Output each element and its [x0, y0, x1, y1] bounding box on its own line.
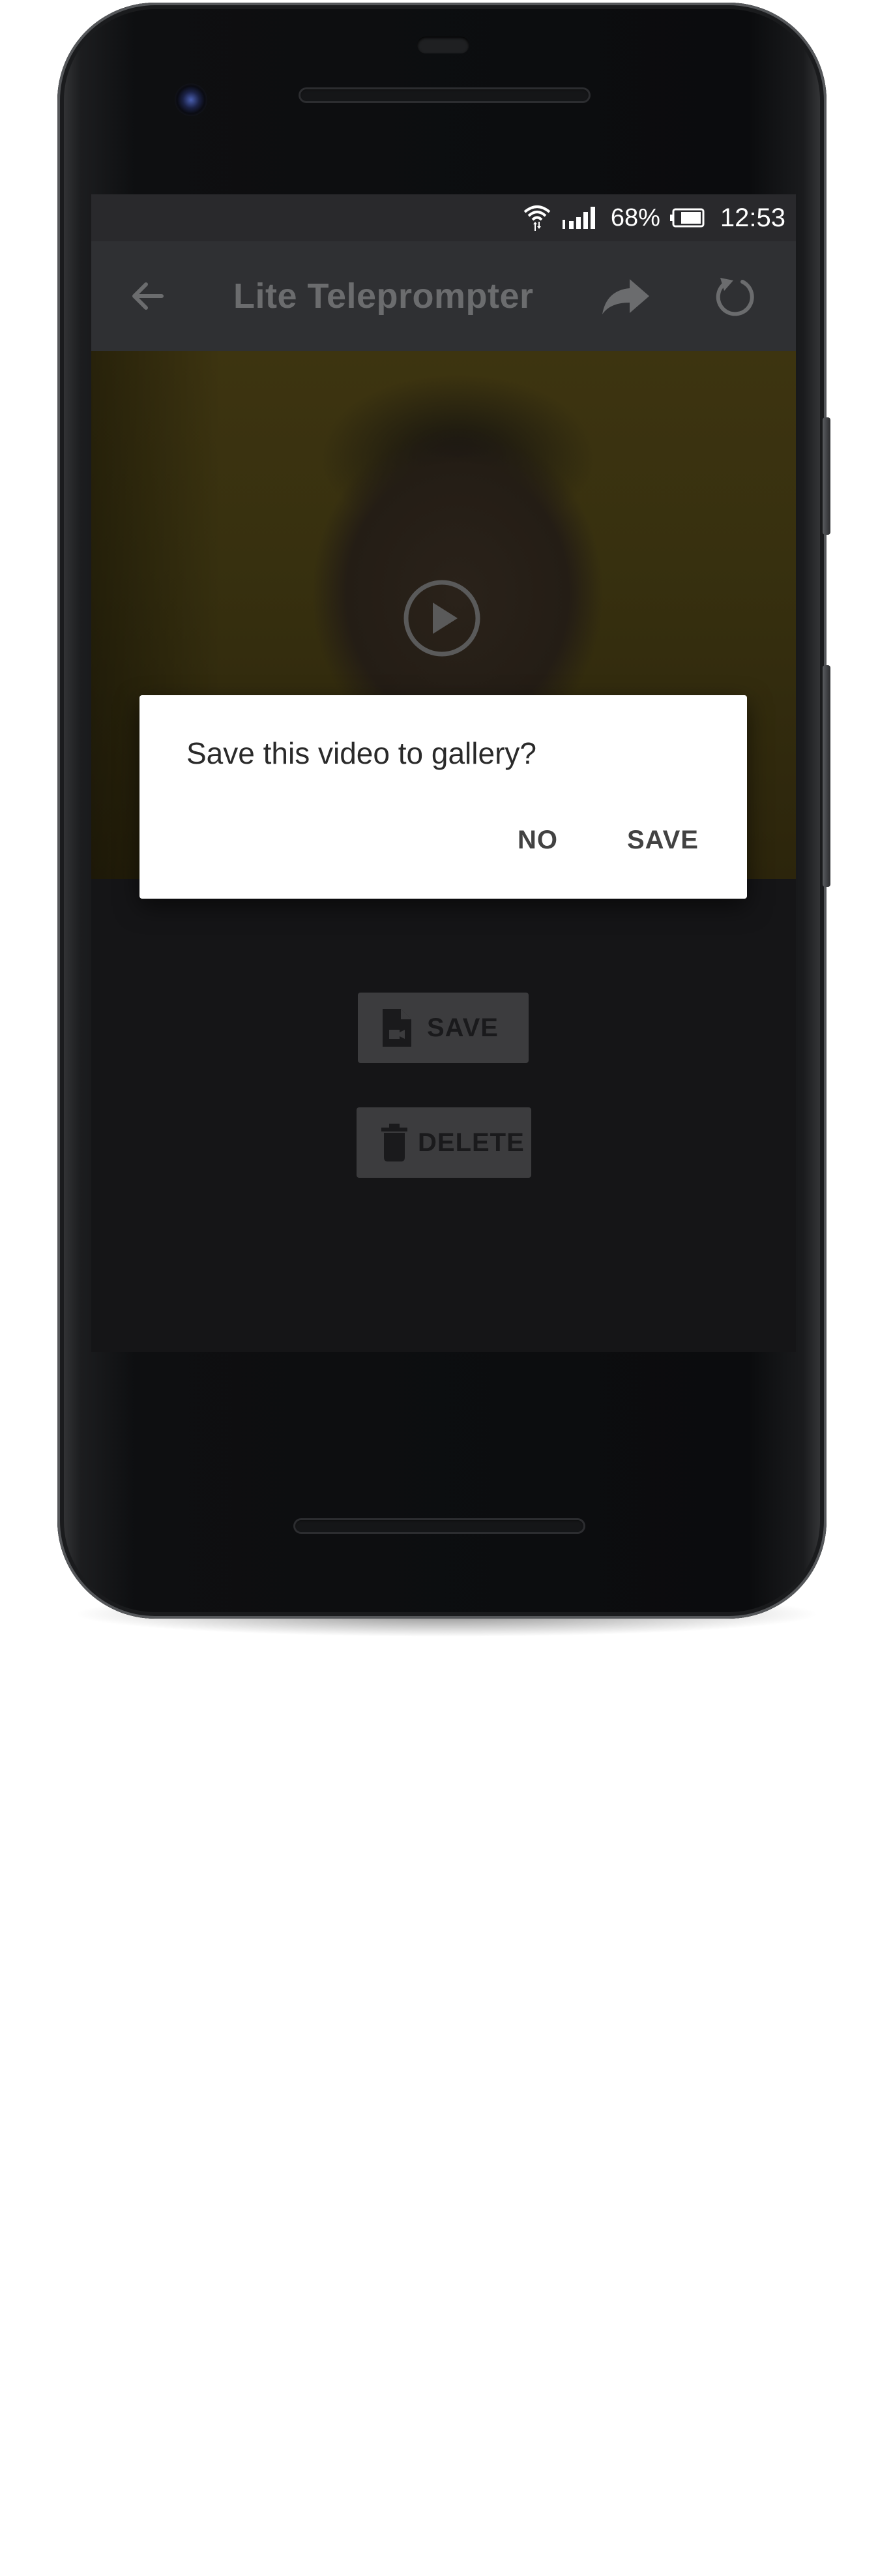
wifi-icon: [523, 205, 551, 231]
phone-screen: 68% 12:53 Lite Teleprompter SAVE DELETE …: [91, 194, 796, 1352]
trash-icon: [381, 1124, 407, 1161]
back-arrow-icon[interactable]: [126, 275, 168, 317]
actions-panel: SAVE DELETE: [91, 879, 796, 1352]
delete-video-label: DELETE: [418, 1128, 525, 1157]
front-camera: [175, 83, 207, 116]
dialog-message: Save this video to gallery?: [186, 736, 536, 770]
status-icons: 68% 12:53: [522, 194, 785, 241]
battery-icon: [669, 208, 705, 228]
earpiece: [417, 37, 469, 53]
refresh-icon[interactable]: [714, 275, 755, 317]
clock: 12:53: [720, 203, 785, 232]
save-video-label: SAVE: [427, 1013, 499, 1042]
save-video-button[interactable]: SAVE: [358, 993, 529, 1063]
battery-percent: 68%: [610, 203, 660, 232]
top-speaker-grille: [299, 87, 591, 103]
dialog-save-button[interactable]: SAVE: [627, 826, 699, 855]
back-icon[interactable]: [236, 2537, 275, 2576]
power-key: [823, 665, 830, 887]
page-title: Lite Teleprompter: [233, 277, 534, 316]
bottom-speaker-grille: [293, 1518, 585, 1534]
status-bar: 68% 12:53: [91, 194, 796, 241]
play-circle-icon[interactable]: [403, 579, 481, 657]
recents-icon[interactable]: [611, 2537, 650, 2576]
share-icon[interactable]: [601, 275, 651, 317]
home-icon[interactable]: [424, 2537, 463, 2576]
save-confirm-dialog: Save this video to gallery? NO SAVE: [139, 695, 747, 899]
video-file-icon: [383, 1009, 411, 1047]
dialog-no-button[interactable]: NO: [518, 826, 558, 855]
volume-key: [823, 417, 830, 535]
signal-icon: [562, 207, 595, 229]
delete-video-button[interactable]: DELETE: [357, 1107, 531, 1178]
app-toolbar: Lite Teleprompter: [91, 241, 796, 351]
